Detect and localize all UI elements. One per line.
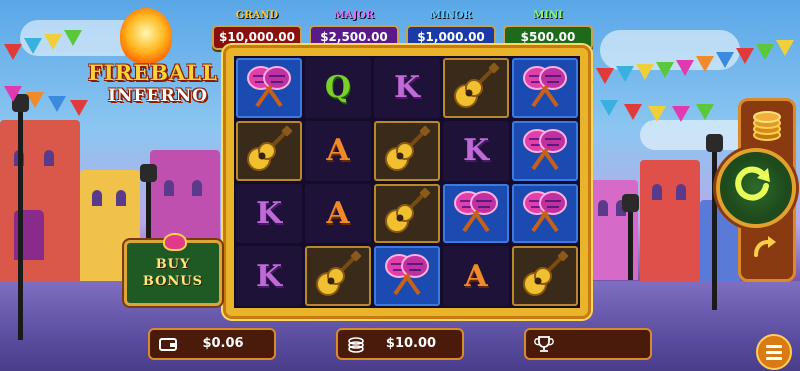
reel-cell xyxy=(512,183,578,244)
menu-button[interactable] xyxy=(756,334,792,370)
maracas-symbol-icon xyxy=(243,62,295,114)
guitar-symbol-icon xyxy=(452,62,500,114)
balance-display: $0.06 xyxy=(148,328,276,360)
bet-display[interactable]: $10.00 xyxy=(336,328,464,360)
reel-cell xyxy=(305,246,371,306)
reel-cell xyxy=(512,246,578,306)
reel-cell xyxy=(236,120,302,181)
reel-cell xyxy=(374,120,440,181)
reel-cell xyxy=(443,58,509,118)
reel-cell: K xyxy=(443,120,509,181)
jackpot-label: MINI xyxy=(533,10,563,21)
street-lamp xyxy=(706,134,723,310)
maracas-symbol-icon xyxy=(381,250,433,302)
reel-cell: K xyxy=(236,183,302,244)
guitar-symbol-icon xyxy=(314,250,362,302)
reel-cell xyxy=(236,58,302,118)
reel-cell xyxy=(374,183,440,244)
street-lamp xyxy=(622,194,639,280)
letter-symbol-a: A xyxy=(326,133,350,169)
street-lamp xyxy=(12,94,29,340)
reel-grid: QKAKKAKA xyxy=(234,56,580,308)
autoplay-button[interactable] xyxy=(749,233,779,263)
guitar-symbol-icon xyxy=(245,125,293,177)
reel-cell: A xyxy=(305,183,371,244)
trophy-icon xyxy=(534,336,554,352)
balance-value: $0.06 xyxy=(202,336,244,351)
maracas-symbol-icon xyxy=(519,187,571,239)
letter-symbol-a: A xyxy=(464,258,488,294)
jackpot-value: $500.00 xyxy=(503,25,593,50)
guitar-symbol-icon xyxy=(521,250,569,302)
fireball-icon xyxy=(120,8,172,64)
jackpot-label: MAJOR xyxy=(333,10,375,21)
reel-cell: A xyxy=(305,120,371,181)
bet-coins-button[interactable] xyxy=(749,107,785,143)
buy-bonus-label-1: BUY xyxy=(155,257,191,272)
spin-button[interactable] xyxy=(716,148,796,228)
buy-bonus-button[interactable]: BUY BONUS xyxy=(124,233,222,306)
cloud xyxy=(640,120,750,150)
guitar-symbol-icon xyxy=(383,187,431,239)
jackpot-value: $2,500.00 xyxy=(309,25,399,50)
reel-cell: K xyxy=(374,58,440,118)
reel-cell xyxy=(374,246,440,306)
buy-bonus-label-2: BONUS xyxy=(142,274,204,289)
win-display xyxy=(524,328,652,360)
flower-ornament-icon xyxy=(163,233,187,251)
letter-symbol-q: Q xyxy=(324,70,352,106)
jackpot-label: GRAND xyxy=(235,10,279,21)
building-right-red xyxy=(640,160,700,300)
jackpot-value: $1,000.00 xyxy=(406,25,496,50)
letter-symbol-k: K xyxy=(255,195,283,231)
reel-cell xyxy=(443,183,509,244)
logo-line-2: INFERNO xyxy=(108,86,208,106)
letter-symbol-k: K xyxy=(462,133,490,169)
letter-symbol-k: K xyxy=(255,258,283,294)
jackpot-major: MAJOR $2,500.00 xyxy=(307,10,401,50)
reel-cell: K xyxy=(236,246,302,306)
game-logo: FIREBALL INFERNO xyxy=(82,8,222,126)
bet-value: $10.00 xyxy=(385,336,437,351)
jackpot-value: $10,000.00 xyxy=(212,25,302,50)
reel-cell: Q xyxy=(305,58,371,118)
jackpot-mini: MINI $500.00 xyxy=(501,10,595,50)
coin-stack-icon xyxy=(348,337,364,353)
reel-cell: A xyxy=(443,246,509,306)
letter-symbol-a: A xyxy=(326,195,350,231)
maracas-symbol-icon xyxy=(519,62,571,114)
maracas-symbol-icon xyxy=(519,125,571,177)
autoplay-icon xyxy=(754,236,776,257)
spin-arrow-icon xyxy=(735,166,770,201)
letter-symbol-k: K xyxy=(393,70,421,106)
maracas-symbol-icon xyxy=(450,187,502,239)
reel-cell xyxy=(512,120,578,181)
wallet-icon xyxy=(159,338,177,351)
reel-cell xyxy=(512,58,578,118)
jackpot-label: MINOR xyxy=(430,10,472,21)
reel-frame: QKAKKAKA xyxy=(226,48,588,316)
guitar-symbol-icon xyxy=(383,125,431,177)
logo-line-1: FIREBALL xyxy=(88,60,218,85)
jackpot-minor: MINOR $1,000.00 xyxy=(404,10,498,50)
jackpot-grand: GRAND $10,000.00 xyxy=(210,10,304,50)
coin-stack-icon xyxy=(753,111,781,141)
